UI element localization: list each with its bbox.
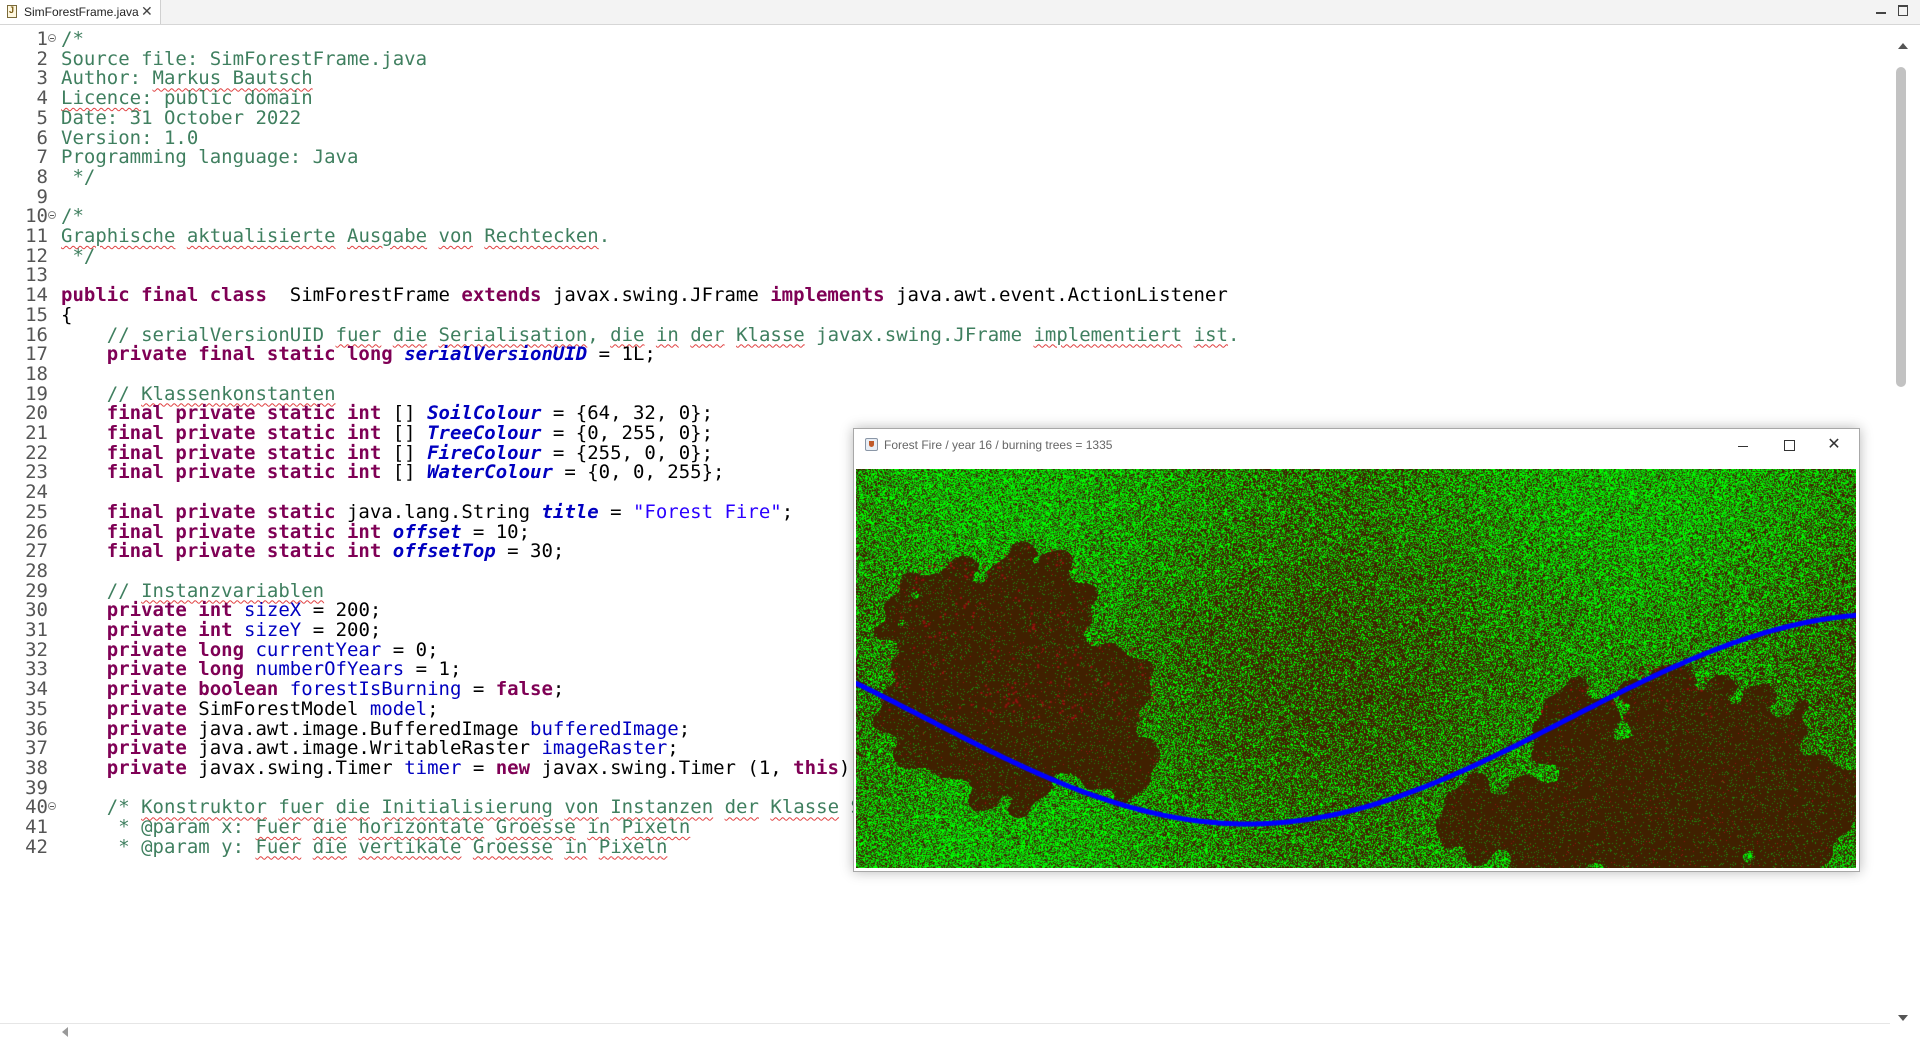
code-token: Fuer (255, 835, 302, 858)
minimize-window-icon[interactable] (1728, 435, 1758, 455)
vertical-scrollbar[interactable] (1890, 25, 1920, 1023)
java-app-icon (865, 438, 878, 451)
editor-tab-bar: SimForestFrame.java ✕ (0, 0, 1920, 25)
code-token: vertikale (358, 835, 462, 858)
minimize-editor-icon[interactable] (1873, 2, 1889, 18)
forest-fire-window[interactable]: Forest Fire / year 16 / burning trees = … (853, 428, 1860, 872)
java-file-icon (7, 5, 17, 18)
fold-toggle-icon[interactable] (48, 34, 56, 42)
close-window-icon[interactable]: ✕ (1819, 435, 1849, 455)
close-tab-icon[interactable]: ✕ (141, 3, 153, 20)
forest-simulation-canvas (856, 469, 1856, 868)
code-token: Pixeln (598, 835, 668, 858)
code-token: Groesse (472, 835, 553, 858)
window-title: Forest Fire / year 16 / burning trees = … (884, 438, 1113, 452)
maximize-editor-icon[interactable] (1895, 2, 1911, 18)
fold-toggle-icon[interactable] (48, 802, 56, 811)
tab-simforestframe[interactable]: SimForestFrame.java ✕ (0, 0, 161, 24)
code-text: * @param y: Fuer die vertikale Groesse i… (61, 835, 667, 859)
scroll-down-icon[interactable] (1898, 1015, 1908, 1021)
window-titlebar[interactable]: Forest Fire / year 16 / burning trees = … (854, 429, 1859, 461)
line-number: 42 (25, 835, 48, 858)
scroll-up-icon[interactable] (1898, 43, 1908, 49)
code-token: die (312, 835, 348, 858)
scrollbar-thumb[interactable] (1896, 67, 1906, 387)
code-token: * @param y: (61, 835, 256, 858)
horizontal-scrollbar[interactable] (0, 1023, 1890, 1040)
tab-label: SimForestFrame.java (24, 5, 139, 19)
scroll-left-icon[interactable] (62, 1027, 68, 1037)
maximize-window-icon[interactable] (1774, 435, 1804, 455)
fold-toggle-icon[interactable] (48, 211, 56, 220)
code-token: in (564, 835, 588, 858)
